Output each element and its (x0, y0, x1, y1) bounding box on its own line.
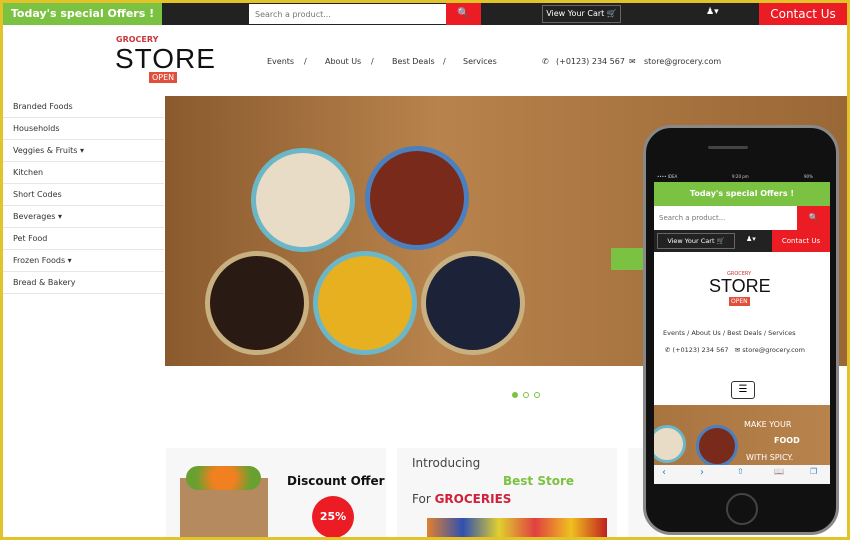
nav-services[interactable]: Services (463, 57, 497, 66)
cart-icon: 🛒 (716, 237, 725, 245)
carousel-dot-active[interactable] (512, 392, 518, 398)
chili-bowl-image (365, 146, 469, 250)
m-logo-store[interactable]: STORE (709, 276, 771, 297)
contact-us-button[interactable]: Contact Us (759, 3, 847, 25)
phone-icon: ✆ (665, 346, 671, 354)
tabs-icon[interactable]: ❐ (810, 467, 817, 476)
phone-number: (+0123) 234 567 (556, 57, 625, 66)
m-email[interactable]: store@grocery.com (742, 346, 805, 354)
sidebar-item-beverages[interactable]: Beverages ▾ (3, 206, 164, 228)
best-store-card[interactable]: Introducing Best Store For GROCERIES (397, 448, 617, 537)
best-store-text: Best Store (503, 474, 575, 488)
m-search-input[interactable] (654, 206, 797, 230)
groceries-image (427, 518, 607, 537)
search-input[interactable] (249, 4, 446, 24)
m-nav-events[interactable]: Events (663, 329, 685, 337)
discount-badge: 25% (312, 496, 354, 537)
carousel-dot[interactable] (534, 392, 540, 398)
logo-store[interactable]: STORE (115, 43, 216, 75)
m-search-button[interactable]: 🔍 (797, 206, 830, 230)
search-icon: 🔍 (808, 213, 819, 222)
turmeric-bowl-image (313, 251, 417, 355)
email-link[interactable]: store@grocery.com (644, 57, 721, 66)
vegetables-image (186, 466, 261, 490)
sidebar-item-bread-bakery[interactable]: Bread & Bakery (3, 272, 164, 294)
search-button[interactable]: 🔍 (446, 3, 481, 25)
cart-label: View Your Cart (546, 9, 605, 18)
groceries-text: GROCERIES (434, 492, 512, 506)
m-nav-services[interactable]: Services (768, 329, 795, 337)
nav-best-deals[interactable]: Best Deals (392, 57, 435, 66)
cart-label: View Your Cart (667, 237, 715, 245)
email-icon: ✉ (734, 346, 741, 354)
for-text: For (412, 492, 431, 506)
m-nav-about[interactable]: About Us (691, 329, 720, 337)
m-logo-open: OPEN (729, 297, 750, 306)
pepper-bowl-image (421, 251, 525, 355)
bookmarks-icon[interactable]: 📖 (774, 467, 784, 476)
carrier: •••• IDEA (657, 174, 678, 179)
phone-icon: ✆ (542, 57, 549, 66)
forward-icon[interactable]: › (700, 467, 704, 478)
browser-toolbar: ‹ › ⇧ 📖 ❐ (654, 465, 830, 484)
m-phone: (+0123) 234 567 (672, 346, 729, 354)
back-icon[interactable]: ‹ (662, 467, 666, 478)
page: Today's special Offers ! 🔍 View Your Car… (3, 3, 847, 537)
battery: 90% (804, 174, 813, 179)
intro-text: Introducing (412, 456, 481, 470)
category-sidebar: Branded Foods Households Veggies & Fruit… (3, 96, 164, 294)
time: 9:20 pm (732, 174, 749, 179)
m-contact-info: ✆ (+0123) 234 567 ✉ store@grocery.com (665, 346, 805, 354)
sidebar-item-branded-foods[interactable]: Branded Foods (3, 96, 164, 118)
phone-screen: •••• IDEA 9:20 pm 90% Today's special Of… (654, 172, 830, 484)
chili-bowl-image (696, 425, 738, 467)
sidebar-item-frozen-foods[interactable]: Frozen Foods ▾ (3, 250, 164, 272)
nav-events[interactable]: Events (267, 57, 294, 66)
user-menu-icon[interactable]: ♟▾ (706, 7, 719, 17)
m-contact-button[interactable]: Contact Us (772, 230, 830, 252)
special-offers-link[interactable]: Today's special Offers ! (3, 3, 162, 25)
phone-status-bar: •••• IDEA 9:20 pm 90% (654, 172, 830, 182)
nav-about-us[interactable]: About Us (325, 57, 361, 66)
search-icon: 🔍 (457, 8, 470, 19)
m-banner-line1: MAKE YOUR (744, 420, 792, 429)
nav-separator: / (304, 57, 307, 66)
hamburger-menu-button[interactable]: ☰ (731, 381, 755, 399)
phone-speaker (708, 146, 748, 149)
sidebar-item-kitchen[interactable]: Kitchen (3, 162, 164, 184)
m-nav-deals[interactable]: Best Deals (727, 329, 762, 337)
m-user-icon[interactable]: ♟▾ (746, 235, 756, 243)
logo-open-sign: OPEN (149, 72, 178, 83)
email-icon: ✉ (629, 57, 636, 66)
cloves-bowl-image (205, 251, 309, 355)
nav-separator: / (371, 57, 374, 66)
discount-card[interactable]: Discount Offer 25% (166, 448, 386, 537)
sidebar-item-veggies-fruits[interactable]: Veggies & Fruits ▾ (3, 140, 164, 162)
m-nav: Events / About Us / Best Deals / Service… (663, 329, 796, 337)
sidebar-item-pet-food[interactable]: Pet Food (3, 228, 164, 250)
cart-icon: 🛒 (606, 9, 617, 18)
sidebar-item-households[interactable]: Households (3, 118, 164, 140)
discount-title: Discount Offer (287, 474, 385, 488)
rice-bowl-image (251, 148, 355, 252)
rice-bowl-image (654, 425, 686, 463)
m-banner-line3: WITH SPICY. (746, 453, 794, 462)
phone-home-button (726, 493, 758, 525)
m-banner: MAKE YOUR FOOD WITH SPICY. (654, 405, 830, 467)
sidebar-item-short-codes[interactable]: Short Codes (3, 184, 164, 206)
carousel-dot[interactable] (523, 392, 529, 398)
m-cart-button[interactable]: View Your Cart 🛒 (657, 233, 735, 249)
m-banner-line2: FOOD (774, 436, 800, 445)
m-offer-bar[interactable]: Today's special Offers ! (654, 182, 830, 206)
share-icon[interactable]: ⇧ (737, 467, 744, 476)
nav-separator: / (443, 57, 446, 66)
view-cart-button[interactable]: View Your Cart 🛒 (542, 5, 621, 23)
